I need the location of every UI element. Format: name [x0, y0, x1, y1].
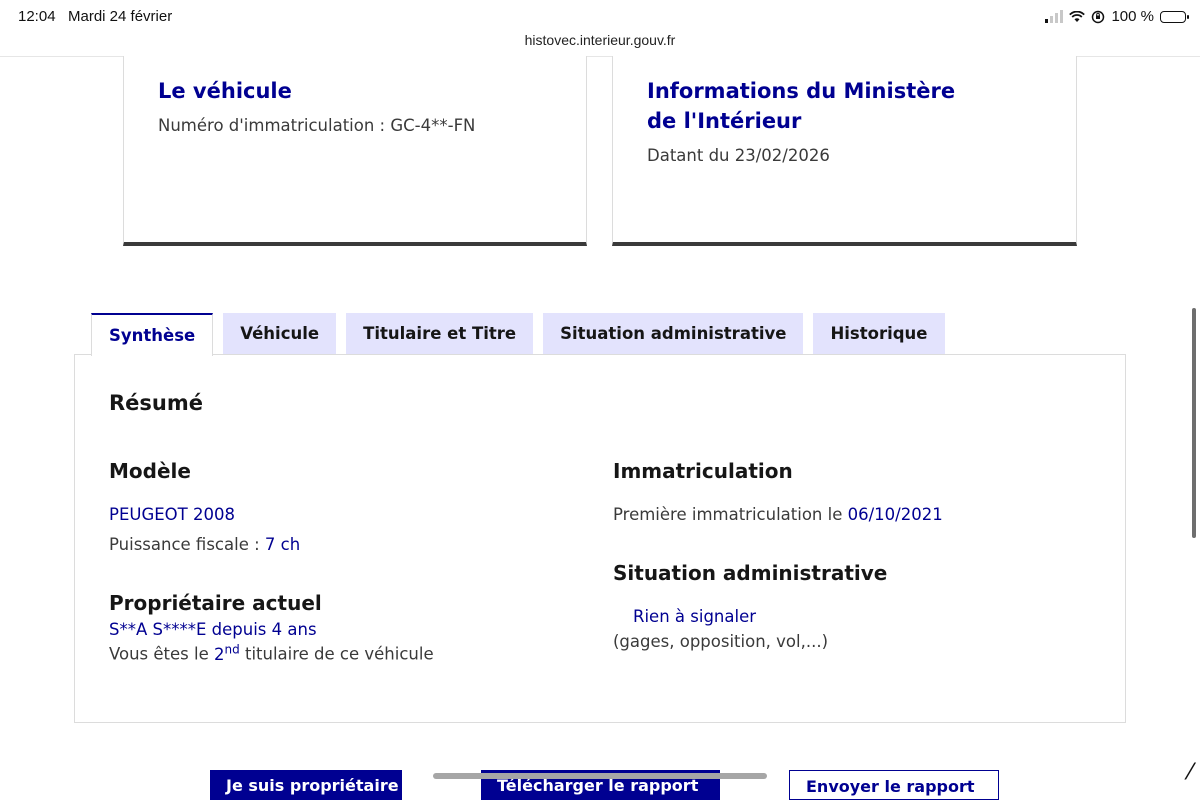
- owner-rank-suffix: titulaire de ce véhicule: [239, 644, 434, 664]
- tab-vehicule[interactable]: Véhicule: [223, 313, 337, 354]
- fiscal-power-value: 7 ch: [264, 535, 301, 554]
- scrollbar[interactable]: [1192, 308, 1196, 538]
- tab-bar: Synthèse Véhicule Titulaire et Titre Sit…: [91, 313, 945, 356]
- ministry-card-title: Informations du Ministère de l'Intérieur: [647, 79, 956, 133]
- owner-name: S**A S****E: [109, 620, 207, 639]
- admin-status: Rien à signaler: [633, 607, 757, 626]
- status-bar: 12:04 Mardi 24 février histovec.interieu…: [0, 0, 1200, 57]
- owner-since-label: depuis: [206, 620, 272, 639]
- first-registration: Première immatriculation le 06/10/2021: [613, 505, 943, 524]
- admin-status-heading: Situation administrative: [613, 561, 888, 585]
- owner-heading: Propriétaire actuel: [109, 591, 322, 615]
- tab-synthese[interactable]: Synthèse: [91, 313, 214, 356]
- tab-historique[interactable]: Historique: [813, 313, 945, 354]
- synthese-panel: Résumé Modèle PEUGEOT 2008 Puissance fis…: [74, 354, 1126, 723]
- address-bar[interactable]: histovec.interieur.gouv.fr: [0, 32, 1200, 48]
- tab-situation-administrative[interactable]: Situation administrative: [543, 313, 804, 354]
- fiscal-power-label: Puissance fiscale :: [109, 535, 265, 554]
- model-heading: Modèle: [109, 459, 191, 483]
- vehicle-card-title: Le véhicule: [158, 79, 292, 103]
- summary-heading: Résumé: [109, 391, 203, 415]
- ministry-date: Datant du 23/02/2026: [647, 146, 830, 165]
- owner-rank-number: 2nd: [214, 642, 240, 664]
- battery-icon: [1160, 10, 1189, 23]
- tab-titulaire[interactable]: Titulaire et Titre: [346, 313, 534, 354]
- status-icons: 100 %: [1045, 8, 1189, 25]
- clock: 12:04: [18, 8, 56, 25]
- signal-icon: [1045, 10, 1064, 23]
- model-name: PEUGEOT 2008: [109, 505, 235, 524]
- owner-since-value: 4 ans: [271, 620, 317, 639]
- owner-rank-prefix: Vous êtes le: [109, 644, 214, 664]
- vehicle-card: Le véhicule Numéro d'immatriculation : G…: [123, 56, 587, 246]
- wifi-icon: [1069, 10, 1086, 22]
- admin-status-detail: (gages, opposition, vol,...): [613, 632, 829, 651]
- home-indicator[interactable]: [433, 773, 767, 779]
- ministry-card: Informations du Ministère de l'Intérieur…: [612, 56, 1077, 246]
- owner-rank: Vous êtes le 2nd titulaire de ce véhicul…: [109, 642, 434, 664]
- date: Mardi 24 février: [68, 8, 173, 25]
- send-report-button[interactable]: Envoyer le rapport: [789, 770, 999, 800]
- first-registration-label: Première immatriculation le: [613, 505, 848, 524]
- owner-line: S**A S****E depuis 4 ans: [109, 620, 317, 639]
- plate-number: Numéro d'immatriculation : GC-4**-FN: [158, 116, 476, 135]
- battery-percent: 100 %: [1111, 8, 1154, 25]
- registration-heading: Immatriculation: [613, 459, 793, 483]
- owner-csa-button[interactable]: Je suis propriétaire CSA: [210, 770, 402, 800]
- orientation-lock-icon: [1092, 10, 1105, 23]
- scroll-indicator-icon: ⁄: [1188, 760, 1192, 785]
- first-registration-date: 06/10/2021: [847, 505, 943, 524]
- fiscal-power: Puissance fiscale : 7 ch: [109, 535, 300, 554]
